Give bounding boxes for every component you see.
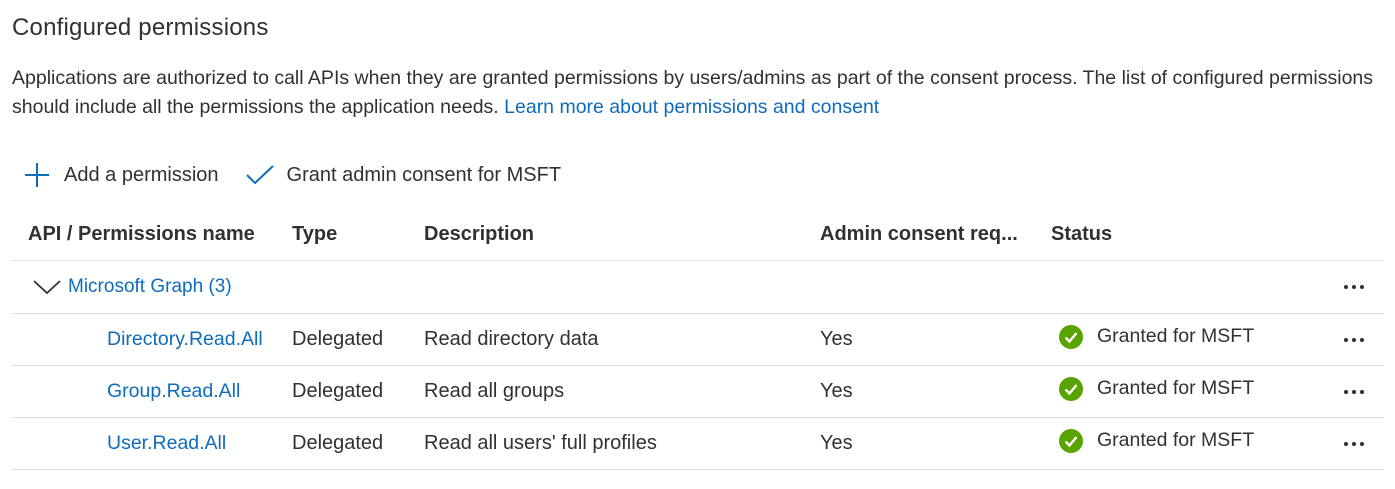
column-header-admin-consent[interactable]: Admin consent req... [820, 208, 1018, 260]
checkmark-icon [245, 160, 275, 190]
permission-type: Delegated [292, 380, 384, 402]
group-cell: Microsoft Graph (3) [32, 261, 232, 313]
permission-description: Read all users' full profiles [424, 432, 657, 454]
more-options-icon[interactable] [1338, 418, 1370, 469]
section-description: Applications are authorized to call APIs… [12, 64, 1387, 122]
permission-name-link[interactable]: User.Read.All [107, 432, 226, 455]
success-check-icon [1059, 376, 1083, 401]
permissions-table: API / Permissions name Type Description … [12, 208, 1384, 470]
plus-icon [22, 160, 52, 190]
group-row-microsoft-graph[interactable]: Microsoft Graph (3) [12, 261, 1384, 314]
permission-name-cell: Group.Read.All [107, 366, 240, 417]
admin-consent-required: Yes [820, 380, 853, 402]
column-header-status[interactable]: Status [1051, 208, 1112, 260]
section-title: Configured permissions [12, 14, 269, 41]
permission-description: Read directory data [424, 328, 599, 350]
toolbar: Add a permission Grant admin consent for… [22, 158, 561, 192]
success-check-icon [1059, 324, 1083, 349]
status-cell: Granted for MSFT [1051, 418, 1254, 469]
permission-name-cell: User.Read.All [107, 418, 226, 469]
permission-name-link[interactable]: Group.Read.All [107, 380, 240, 403]
admin-consent-required: Yes [820, 432, 853, 454]
learn-more-link[interactable]: Learn more about permissions and consent [504, 96, 879, 118]
column-header-name[interactable]: API / Permissions name [28, 208, 255, 260]
column-header-description[interactable]: Description [424, 208, 534, 260]
status-cell: Granted for MSFT [1051, 366, 1254, 417]
permission-type: Delegated [292, 432, 384, 454]
add-permission-button[interactable]: Add a permission [22, 160, 219, 190]
configured-permissions-panel: Configured permissions Applications are … [0, 0, 1395, 489]
more-options-icon[interactable] [1338, 366, 1370, 417]
permission-name-cell: Directory.Read.All [107, 314, 263, 365]
column-header-type[interactable]: Type [292, 208, 337, 260]
chevron-down-icon[interactable] [32, 272, 62, 302]
table-header-row: API / Permissions name Type Description … [12, 208, 1384, 261]
success-check-icon [1059, 428, 1083, 453]
status-text: Granted for MSFT [1097, 377, 1255, 399]
status-text: Granted for MSFT [1097, 325, 1255, 347]
table-row: User.Read.All Delegated Read all users' … [12, 418, 1384, 470]
status-cell: Granted for MSFT [1051, 314, 1254, 365]
admin-consent-required: Yes [820, 328, 853, 350]
permission-name-link[interactable]: Directory.Read.All [107, 328, 263, 351]
grant-admin-consent-label: Grant admin consent for MSFT [286, 163, 562, 186]
status-text: Granted for MSFT [1097, 429, 1255, 451]
add-permission-label: Add a permission [64, 163, 219, 186]
more-options-icon[interactable] [1338, 314, 1370, 365]
more-options-icon[interactable] [1338, 261, 1370, 313]
table-row: Group.Read.All Delegated Read all groups… [12, 366, 1384, 418]
grant-admin-consent-button[interactable]: Grant admin consent for MSFT [245, 160, 562, 190]
table-row: Directory.Read.All Delegated Read direct… [12, 314, 1384, 366]
permission-description: Read all groups [424, 380, 565, 402]
permission-type: Delegated [292, 328, 384, 350]
group-label[interactable]: Microsoft Graph (3) [68, 276, 232, 298]
